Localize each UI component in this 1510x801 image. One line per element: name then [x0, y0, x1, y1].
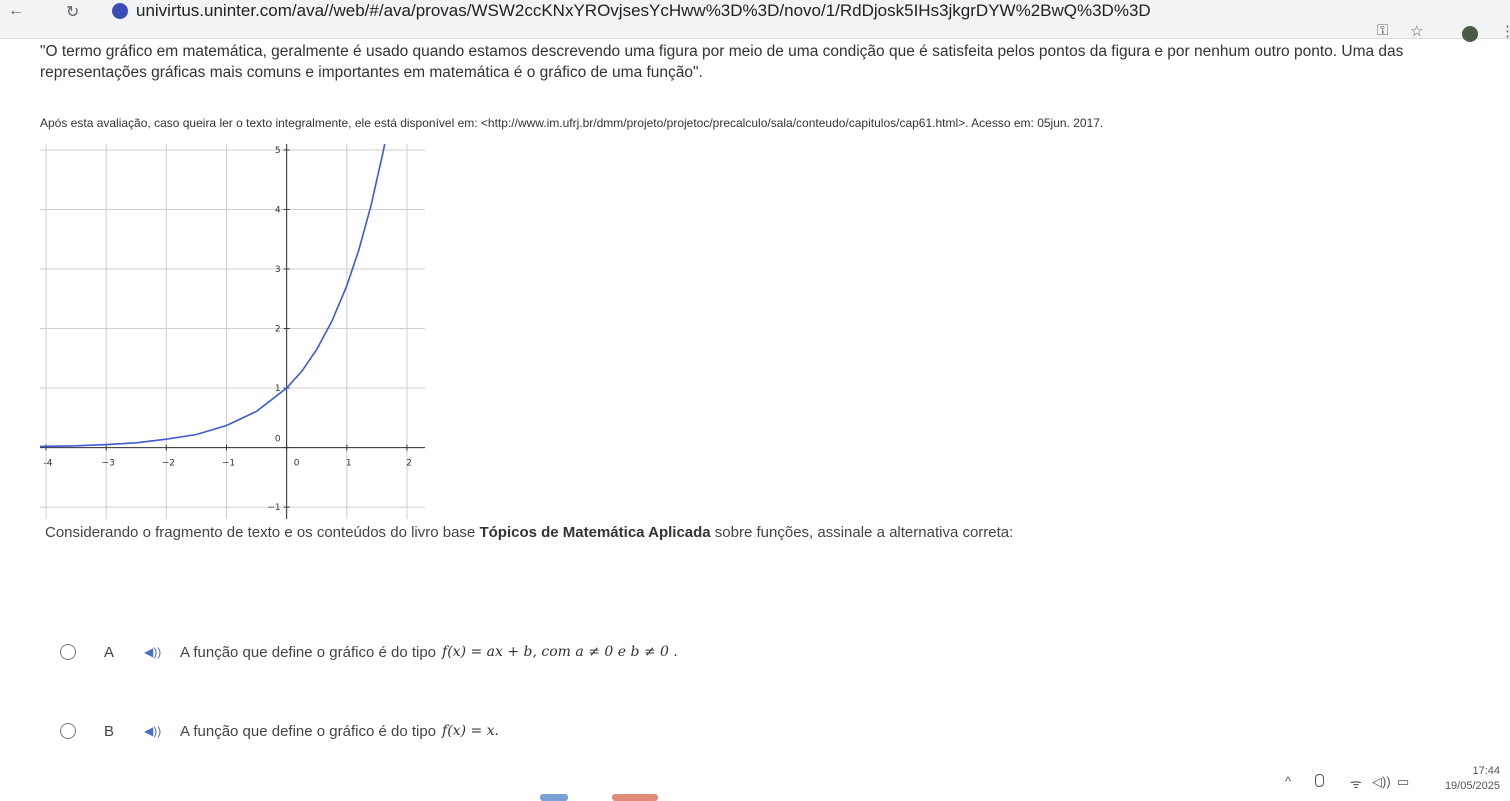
- y-tick-label: 2: [275, 325, 281, 335]
- intro-quote: "O termo gráfico em matemática, geralmen…: [40, 43, 1404, 81]
- x-tick-label: −3: [102, 459, 115, 469]
- y-tick-label: 5: [275, 146, 281, 156]
- password-key-icon[interactable]: ⚿: [1377, 22, 1388, 39]
- profile-avatar[interactable]: [1462, 26, 1478, 42]
- back-icon[interactable]: ←: [8, 2, 24, 20]
- x-tick-label: 1: [346, 459, 352, 469]
- speaker-icon[interactable]: ◀)): [144, 645, 170, 659]
- source-note: Após esta avaliação, caso queira ler o t…: [40, 116, 1104, 130]
- x-tick-label: 0: [294, 459, 300, 469]
- speaker-icon[interactable]: ◀)): [144, 724, 170, 738]
- question-text: Considerando o fragmento de texto e os c…: [45, 524, 1013, 541]
- y-tick-label: 3: [275, 265, 281, 275]
- site-favicon-icon: [112, 3, 128, 19]
- x-tick-label: 2: [406, 459, 412, 469]
- volume-icon[interactable]: ◁)): [1372, 774, 1391, 790]
- browser-menu-icon[interactable]: ⋮: [1500, 22, 1510, 40]
- system-clock[interactable]: 17:44 19/05/2025: [1428, 764, 1500, 794]
- function-graph: -4 −3 −2 −1 0 1 2−1012345: [40, 144, 425, 519]
- option-a-text: A função que define o gráfico é do tipo: [180, 643, 437, 661]
- taskbar-app-indicator[interactable]: [612, 794, 658, 801]
- battery-icon[interactable]: ▭: [1397, 774, 1409, 790]
- option-a-formula: f(x) = ax + b, com a ≠ 0 e b ≠ 0 .: [442, 644, 678, 660]
- option-b-text: A função que define o gráfico é do tipo: [180, 722, 437, 740]
- option-b-radio[interactable]: [60, 723, 76, 739]
- option-b[interactable]: B ◀)) A função que define o gráfico é do…: [60, 719, 499, 743]
- browser-toolbar: ← ↻ univirtus.uninter.com/ava//web/#/ava…: [0, 0, 1510, 42]
- question-prefix: Considerando o fragmento de texto e os c…: [45, 524, 480, 541]
- clock-date: 19/05/2025: [1444, 780, 1500, 792]
- y-tick-label: 0: [275, 435, 281, 445]
- clock-time: 17:44: [1472, 765, 1500, 777]
- option-b-letter: B: [104, 722, 115, 740]
- system-taskbar: ^ ᯤ ◁)) ▭ 17:44 19/05/2025: [0, 760, 1510, 801]
- x-tick-label: −1: [222, 459, 235, 469]
- book-title: Tópicos de Matemática Aplicada: [479, 524, 711, 541]
- microphone-icon[interactable]: [1315, 774, 1324, 787]
- option-a[interactable]: A ◀)) A função que define o gráfico é do…: [60, 640, 678, 664]
- tray-chevron-icon[interactable]: ^: [1285, 774, 1291, 789]
- taskbar-app-indicator[interactable]: [540, 794, 568, 801]
- reload-icon[interactable]: ↻: [66, 2, 79, 22]
- x-tick-label: −2: [162, 459, 175, 469]
- y-tick-label: −1: [267, 503, 280, 513]
- question-suffix: sobre funções, assinale a alternativa co…: [710, 524, 1014, 541]
- bookmark-star-icon[interactable]: ☆: [1410, 22, 1423, 40]
- option-a-radio[interactable]: [60, 644, 76, 660]
- y-tick-label: 4: [275, 205, 281, 215]
- option-a-letter: A: [104, 643, 115, 661]
- wifi-icon[interactable]: ᯤ: [1350, 774, 1362, 792]
- option-b-formula: f(x) = x.: [442, 723, 500, 739]
- x-tick-label: -4: [44, 459, 53, 469]
- address-bar[interactable]: univirtus.uninter.com/ava//web/#/ava/pro…: [136, 1, 1151, 21]
